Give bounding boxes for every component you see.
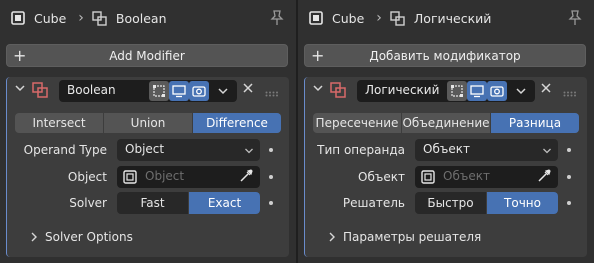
modifier-name: Логический xyxy=(365,83,440,97)
render-toggle-icon[interactable] xyxy=(487,81,507,101)
boolean-modifier-icon xyxy=(31,81,49,102)
edit-mode-toggle-icon[interactable] xyxy=(149,81,169,101)
operand-type-label: Тип операнда xyxy=(317,143,405,157)
solver-options-subpanel[interactable]: Solver Options xyxy=(7,227,289,249)
boolean-modifier-icon xyxy=(390,10,406,26)
chevron-right-icon xyxy=(29,231,39,246)
chevron-right-icon: › xyxy=(78,10,84,26)
properties-panel-english: Cube › Boolean + Add Modifier Boolean In… xyxy=(0,0,296,263)
chevron-down-icon[interactable] xyxy=(213,81,233,101)
add-modifier-button[interactable]: + Добавить модификатор xyxy=(304,44,586,67)
close-icon[interactable] xyxy=(540,82,552,97)
modifier-header: Boolean xyxy=(7,77,289,103)
solver-options-subpanel[interactable]: Параметры решателя xyxy=(305,227,587,249)
plus-icon: + xyxy=(13,46,27,65)
edit-mode-toggle-icon[interactable] xyxy=(447,81,467,101)
add-modifier-label: Add Modifier xyxy=(109,48,185,63)
object-field[interactable]: Объект xyxy=(415,166,558,188)
drag-grip-icon[interactable] xyxy=(563,86,577,100)
solver-options-label: Solver Options xyxy=(45,230,133,244)
boolean-modifier-card: Boolean Intersect Union Difference Opera… xyxy=(6,77,289,257)
modifier-name-field[interactable]: Логический xyxy=(357,80,535,102)
breadcrumb-modifier[interactable]: Boolean xyxy=(116,11,167,26)
boolean-modifier-icon xyxy=(329,81,347,102)
eyedropper-icon[interactable] xyxy=(238,168,254,187)
solver-row: Solver Fast Exact xyxy=(7,192,289,214)
pin-icon[interactable] xyxy=(270,10,284,29)
solver-fast[interactable]: Быстро xyxy=(415,192,487,214)
chevron-down-icon[interactable] xyxy=(511,81,531,101)
object-row: Object Object xyxy=(7,166,289,188)
drag-grip-icon[interactable] xyxy=(265,86,279,100)
close-icon[interactable] xyxy=(242,82,254,97)
keyframe-dot-icon[interactable] xyxy=(269,201,273,205)
operand-type-value: Object xyxy=(125,142,165,156)
solver-options-label: Параметры решателя xyxy=(343,230,482,244)
operation-difference[interactable]: Difference xyxy=(193,113,281,133)
object-placeholder: Объект xyxy=(443,169,490,183)
add-modifier-button[interactable]: + Add Modifier xyxy=(6,44,288,67)
add-modifier-label: Добавить модификатор xyxy=(369,48,521,63)
operand-type-dropdown[interactable]: Object xyxy=(117,139,260,161)
breadcrumb-object[interactable]: Cube xyxy=(34,11,66,26)
keyframe-dot-icon[interactable] xyxy=(567,201,571,205)
keyframe-dot-icon[interactable] xyxy=(269,175,273,179)
modifier-name: Boolean xyxy=(67,83,116,97)
solver-selector: Fast Exact xyxy=(117,192,260,214)
viewport-display-toggle-icon[interactable] xyxy=(169,81,189,101)
breadcrumb-modifier[interactable]: Логический xyxy=(414,11,491,26)
operand-type-row: Тип операнда Объект xyxy=(305,139,587,161)
operation-intersect[interactable]: Пересечение xyxy=(313,113,402,133)
solver-selector: Быстро Точно xyxy=(415,192,558,214)
solver-fast[interactable]: Fast xyxy=(117,192,189,214)
object-cube-icon xyxy=(10,10,26,26)
solver-exact[interactable]: Точно xyxy=(487,192,558,214)
modifier-header: Логический xyxy=(305,77,587,103)
operation-intersect[interactable]: Intersect xyxy=(15,113,104,133)
collapse-chevron-icon[interactable] xyxy=(312,82,324,97)
keyframe-dot-icon[interactable] xyxy=(567,148,571,152)
viewport-display-toggle-icon[interactable] xyxy=(467,81,487,101)
object-label: Объект xyxy=(358,170,405,184)
object-cube-icon xyxy=(123,170,137,187)
operation-difference[interactable]: Разница xyxy=(491,113,579,133)
object-cube-icon xyxy=(421,170,435,187)
properties-panel-russian: Cube › Логический + Добавить модификатор… xyxy=(298,0,594,263)
keyframe-dot-icon[interactable] xyxy=(567,175,571,179)
boolean-modifier-card: Логический Пересечение Объединение Разни… xyxy=(304,77,587,257)
object-row: Объект Объект xyxy=(305,166,587,188)
operation-selector: Intersect Union Difference xyxy=(15,113,281,133)
pin-icon[interactable] xyxy=(568,10,582,29)
collapse-chevron-icon[interactable] xyxy=(14,82,26,97)
chevron-down-icon xyxy=(542,145,552,159)
chevron-right-icon xyxy=(327,231,337,246)
chevron-right-icon: › xyxy=(376,10,382,26)
solver-label: Solver xyxy=(69,196,107,210)
operand-type-value: Объект xyxy=(423,142,470,156)
eyedropper-icon[interactable] xyxy=(536,168,552,187)
keyframe-dot-icon[interactable] xyxy=(269,148,273,152)
operand-type-row: Operand Type Object xyxy=(7,139,289,161)
solver-label: Решатель xyxy=(342,196,405,210)
operation-selector: Пересечение Объединение Разница xyxy=(313,113,579,133)
boolean-modifier-icon xyxy=(92,10,108,26)
operand-type-dropdown[interactable]: Объект xyxy=(415,139,558,161)
operation-union[interactable]: Объединение xyxy=(402,113,491,133)
object-placeholder: Object xyxy=(145,169,185,183)
plus-icon: + xyxy=(311,46,325,65)
breadcrumb: Cube › Boolean xyxy=(0,0,296,36)
operand-type-label: Operand Type xyxy=(23,143,107,157)
solver-exact[interactable]: Exact xyxy=(189,192,260,214)
object-label: Object xyxy=(67,170,107,184)
chevron-down-icon xyxy=(244,145,254,159)
modifier-name-field[interactable]: Boolean xyxy=(59,80,237,102)
solver-row: Решатель Быстро Точно xyxy=(305,192,587,214)
breadcrumb-object[interactable]: Cube xyxy=(332,11,364,26)
operation-union[interactable]: Union xyxy=(104,113,193,133)
breadcrumb: Cube › Логический xyxy=(298,0,594,36)
object-field[interactable]: Object xyxy=(117,166,260,188)
render-toggle-icon[interactable] xyxy=(189,81,209,101)
object-cube-icon xyxy=(308,10,324,26)
